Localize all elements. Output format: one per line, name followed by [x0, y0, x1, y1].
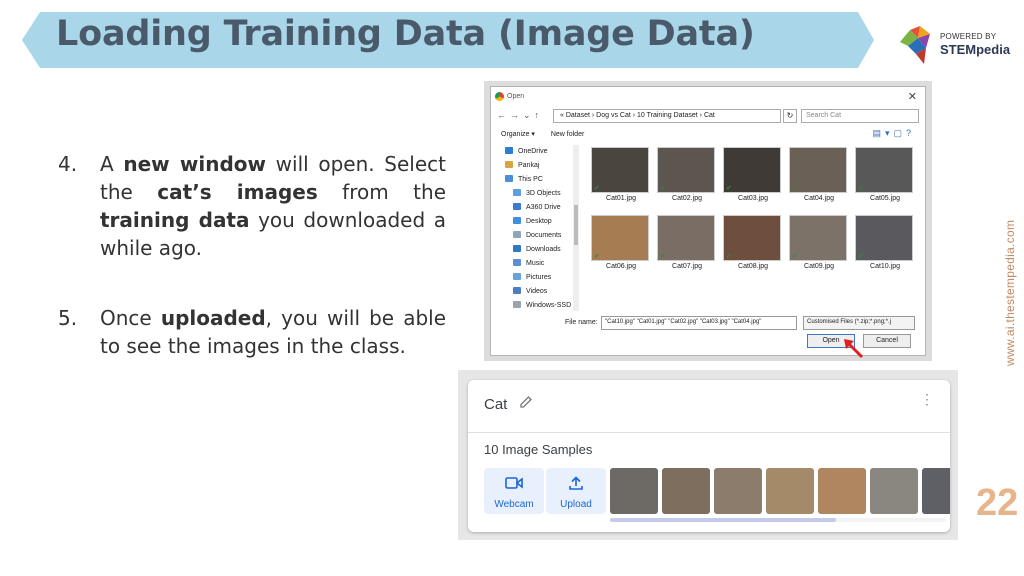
step-text: Once uploaded, you will be able to see t… — [100, 306, 447, 358]
sample-image[interactable] — [714, 468, 762, 514]
dialog-title: Open — [507, 93, 525, 100]
computer-icon — [505, 175, 513, 182]
sample-image[interactable] — [870, 468, 918, 514]
step-number: 5. — [58, 306, 78, 330]
pencil-icon[interactable] — [518, 394, 534, 410]
open-file-dialog: Open ✕ ←→⌄↑ « Dataset › Dog vs Cat › 10 … — [490, 86, 926, 356]
desktop-icon — [513, 217, 521, 224]
new-folder-button[interactable]: New folder — [551, 131, 584, 138]
view-options-icon[interactable]: ▤▾▢? — [872, 128, 915, 139]
class-card: Cat ⋮ 10 Image Samples Webcam Upload — [468, 380, 950, 532]
file-cat01[interactable]: Cat01.jpg — [591, 147, 651, 202]
slide-title: Loading Training Data (Image Data) — [56, 14, 755, 54]
sample-image[interactable] — [766, 468, 814, 514]
thumbnail-image — [723, 215, 781, 261]
thumbnail-image — [591, 215, 649, 261]
samples-scrollbar[interactable] — [610, 518, 836, 522]
webcam-label: Webcam — [494, 499, 534, 510]
folder-icon — [513, 189, 521, 196]
file-name-input[interactable]: "Cat10.jpg" "Cat01.jpg" "Cat02.jpg" "Cat… — [601, 316, 797, 330]
sample-count: 10 Image Samples — [484, 442, 593, 457]
dialog-titlebar: Open ✕ — [491, 87, 925, 107]
side-url: www.ai.thestempedia.com — [1003, 219, 1017, 366]
step-number: 4. — [58, 152, 78, 176]
webcam-icon — [505, 477, 523, 489]
upload-button[interactable]: Upload — [546, 468, 606, 514]
thumbnail-image — [855, 147, 913, 193]
chrome-icon — [495, 92, 504, 101]
thumbnail-image — [789, 215, 847, 261]
file-cat10[interactable]: Cat10.jpg — [855, 215, 915, 270]
upload-icon — [569, 476, 583, 490]
user-icon — [505, 161, 513, 168]
sample-image[interactable] — [662, 468, 710, 514]
file-cat09[interactable]: Cat09.jpg — [789, 215, 849, 270]
page-number: 22 — [976, 482, 1019, 524]
nav-arrows[interactable]: ←→⌄↑ — [497, 110, 543, 121]
upload-label: Upload — [560, 499, 592, 510]
card-divider — [468, 432, 950, 433]
red-arrow-icon — [844, 339, 864, 359]
logo-powered-by: POWERED BY — [940, 32, 997, 41]
cloud-icon — [505, 147, 513, 154]
sample-image[interactable] — [922, 468, 950, 514]
download-icon — [513, 245, 521, 252]
instruction-steps: 4. A new window will open. Select the ca… — [58, 150, 446, 402]
thumbnail-image — [657, 147, 715, 193]
file-cat07[interactable]: Cat07.jpg — [657, 215, 717, 270]
step-text: A new window will open. Select the cat’s… — [100, 152, 446, 260]
nav-scrollbar[interactable] — [573, 145, 579, 311]
sample-image[interactable] — [818, 468, 866, 514]
stempedia-logo: POWERED BY STEMpedia — [896, 22, 1016, 68]
disk-icon — [513, 301, 521, 308]
cancel-button[interactable]: Cancel — [863, 334, 911, 348]
file-cat03[interactable]: Cat03.jpg — [723, 147, 783, 202]
file-cat08[interactable]: Cat08.jpg — [723, 215, 783, 270]
file-type-select[interactable]: Customised Files (*.zip;*.png;*.j — [803, 316, 915, 330]
sample-image[interactable] — [610, 468, 658, 514]
thumbnail-image — [723, 147, 781, 193]
more-options-icon[interactable]: ⋮ — [920, 392, 934, 406]
close-icon[interactable]: ✕ — [908, 90, 917, 103]
class-name[interactable]: Cat — [484, 396, 507, 413]
music-icon — [513, 259, 521, 266]
address-bar[interactable]: « Dataset › Dog vs Cat › 10 Training Dat… — [553, 109, 781, 123]
thumbnail-image — [789, 147, 847, 193]
file-cat05[interactable]: Cat05.jpg — [855, 147, 915, 202]
refresh-icon[interactable]: ↻ — [783, 109, 797, 123]
search-input[interactable]: Search Cat — [801, 109, 919, 123]
webcam-button[interactable]: Webcam — [484, 468, 544, 514]
logo-name: STEMpedia — [940, 42, 1011, 57]
pictures-icon — [513, 273, 521, 280]
stempedia-logo-icon — [900, 26, 930, 64]
documents-icon — [513, 231, 521, 238]
file-cat02[interactable]: Cat02.jpg — [657, 147, 717, 202]
dialog-toolbar: Organize ▾ New folder — [501, 130, 598, 138]
file-cat06[interactable]: Cat06.jpg — [591, 215, 651, 270]
file-cat04[interactable]: Cat04.jpg — [789, 147, 849, 202]
drive-icon — [513, 203, 521, 210]
organize-menu[interactable]: Organize ▾ — [501, 131, 535, 138]
file-name-label: File name: — [565, 319, 598, 326]
thumbnail-image — [591, 147, 649, 193]
thumbnail-image — [657, 215, 715, 261]
step-5: 5. Once uploaded, you will be able to se… — [58, 304, 446, 360]
videos-icon — [513, 287, 521, 294]
image-samples — [610, 468, 950, 514]
thumbnail-image — [855, 215, 913, 261]
step-4: 4. A new window will open. Select the ca… — [58, 150, 446, 262]
